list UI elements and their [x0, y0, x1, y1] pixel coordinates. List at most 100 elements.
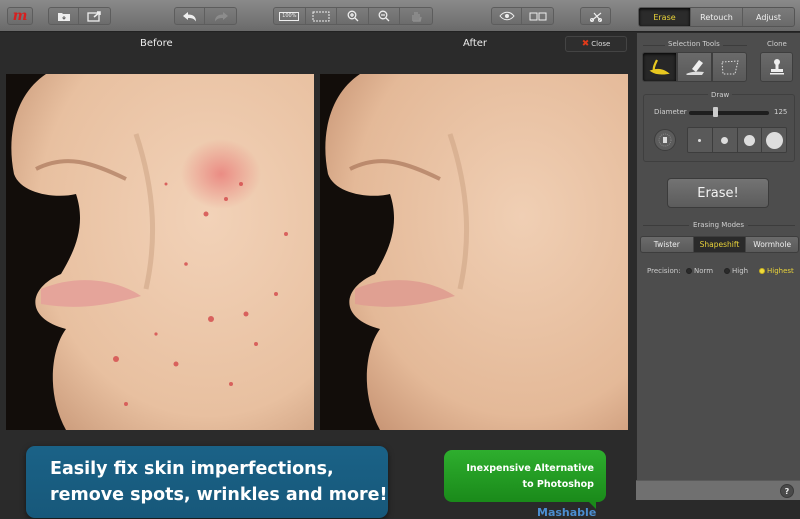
canvas-area: Before After ✖ Close Easily fix skin imp…: [0, 33, 636, 519]
precision-high-label: High: [732, 267, 749, 275]
zoom-in-icon: [347, 10, 358, 22]
quote-line-2: to Photoshop: [522, 479, 594, 490]
zoom-in-button[interactable]: [337, 8, 369, 24]
logo-text: m: [12, 8, 28, 24]
crop-group: [580, 7, 611, 25]
brush-size-large[interactable]: [737, 128, 763, 152]
banner-line-2: remove spots, wrinkles and more!: [50, 485, 388, 505]
app-logo[interactable]: m: [8, 8, 32, 24]
precision-norm[interactable]: Norm: [686, 267, 713, 275]
preview-button[interactable]: [492, 8, 523, 24]
quote-source: Mashable: [537, 506, 597, 519]
hand-button[interactable]: [400, 8, 432, 24]
diameter-value: 125: [774, 108, 788, 116]
mode-shapeshift[interactable]: Shapeshift: [693, 237, 747, 252]
stamp-icon: [769, 59, 784, 75]
actual-size-icon: 100%: [279, 11, 300, 21]
open-button[interactable]: [49, 8, 80, 24]
before-label: Before: [140, 38, 173, 49]
tab-erase[interactable]: Erase: [639, 8, 691, 26]
after-face-photo: [320, 74, 628, 430]
fit-screen-button[interactable]: [306, 8, 338, 24]
tab-adjust[interactable]: Adjust: [743, 8, 794, 26]
radio-icon: [724, 268, 730, 274]
radio-selected-icon: [759, 268, 765, 274]
panel-footer: ?: [636, 480, 800, 500]
clone-title: Clone: [767, 40, 787, 48]
diameter-slider-thumb[interactable]: [713, 107, 719, 117]
share-icon: [86, 11, 101, 22]
brush-size-group: [687, 127, 787, 153]
actual-size-button[interactable]: 100%: [274, 8, 306, 24]
before-image[interactable]: [6, 74, 314, 430]
erasing-modes-title: Erasing Modes: [689, 221, 749, 229]
file-group: [48, 7, 111, 25]
preview-eye-icon: [498, 11, 515, 21]
dot-icon: [743, 134, 755, 146]
brush-tool-button[interactable]: [642, 52, 677, 82]
before-face-photo: [6, 74, 314, 430]
mode-wormhole[interactable]: Wormhole: [746, 237, 798, 252]
logo-group: m: [7, 7, 33, 25]
quote-line-1: Inexpensive Alternative: [466, 463, 594, 474]
crop-button[interactable]: [581, 8, 610, 24]
lasso-tool-button[interactable]: [712, 52, 747, 82]
brush-icon: [649, 59, 670, 75]
precision-norm-label: Norm: [694, 267, 714, 275]
open-icon: [57, 12, 70, 21]
redo-button[interactable]: [205, 8, 236, 24]
precision-high[interactable]: High: [724, 267, 748, 275]
brush-size-xlarge[interactable]: [762, 128, 786, 152]
toolbar: m 100% Erase Retouch Adjust: [0, 0, 800, 32]
split-view-button[interactable]: [522, 8, 553, 24]
promo-banner: Easily fix skin imperfections, remove sp…: [26, 446, 388, 518]
tool-panel: Selection Tools Clone Draw Diameter 125 …: [636, 33, 800, 481]
redo-icon: [214, 11, 228, 21]
precision-highest-label: Highest: [767, 267, 794, 275]
fit-screen-icon: [312, 11, 330, 21]
diameter-slider[interactable]: [689, 111, 769, 115]
zoom-out-icon: [378, 10, 390, 22]
radio-icon: [686, 268, 692, 274]
erase-button[interactable]: Erase!: [667, 178, 769, 208]
history-group: [174, 7, 237, 25]
dot-icon: [721, 136, 729, 144]
tab-retouch[interactable]: Retouch: [691, 8, 743, 26]
compare-group: [491, 7, 554, 25]
brush-size-medium[interactable]: [712, 128, 738, 152]
diameter-label: Diameter: [654, 108, 687, 116]
clone-stamp-button[interactable]: [760, 52, 793, 82]
trash-icon: [658, 133, 672, 147]
view-group: 100%: [273, 7, 433, 25]
help-icon: ?: [784, 486, 790, 496]
dot-icon: [765, 131, 783, 149]
hand-icon: [412, 12, 423, 22]
undo-icon: [182, 11, 196, 21]
close-icon: ✖: [581, 39, 590, 49]
close-button[interactable]: ✖ Close: [565, 36, 627, 52]
banner-line-1: Easily fix skin imperfections,: [50, 459, 334, 479]
eraser-tool-button[interactable]: [677, 52, 712, 82]
close-label: Close: [591, 40, 611, 48]
clear-selection-button[interactable]: [654, 129, 676, 151]
precision-highest[interactable]: Highest: [759, 267, 794, 275]
eraser-icon: [685, 60, 704, 75]
after-label: After: [463, 38, 488, 49]
zoom-out-button[interactable]: [369, 8, 401, 24]
brush-size-small[interactable]: [688, 128, 713, 152]
split-view-icon: [529, 12, 547, 20]
share-button[interactable]: [79, 8, 110, 24]
precision-label: Precision:: [647, 267, 681, 275]
crop-scissors-icon: [589, 12, 602, 22]
erasing-modes-tabs: Twister Shapeshift Wormhole: [640, 236, 799, 253]
mode-twister[interactable]: Twister: [641, 237, 694, 252]
quote-bubble: Inexpensive Alternative to Photoshop: [444, 450, 606, 509]
help-button[interactable]: ?: [780, 484, 794, 498]
after-image[interactable]: [320, 74, 628, 430]
undo-button[interactable]: [175, 8, 206, 24]
lasso-icon: [720, 60, 739, 75]
dot-icon: [698, 138, 702, 142]
mode-tabs: Erase Retouch Adjust: [638, 7, 795, 27]
selection-tools-title: Selection Tools: [665, 40, 723, 48]
draw-title: Draw: [708, 91, 733, 99]
